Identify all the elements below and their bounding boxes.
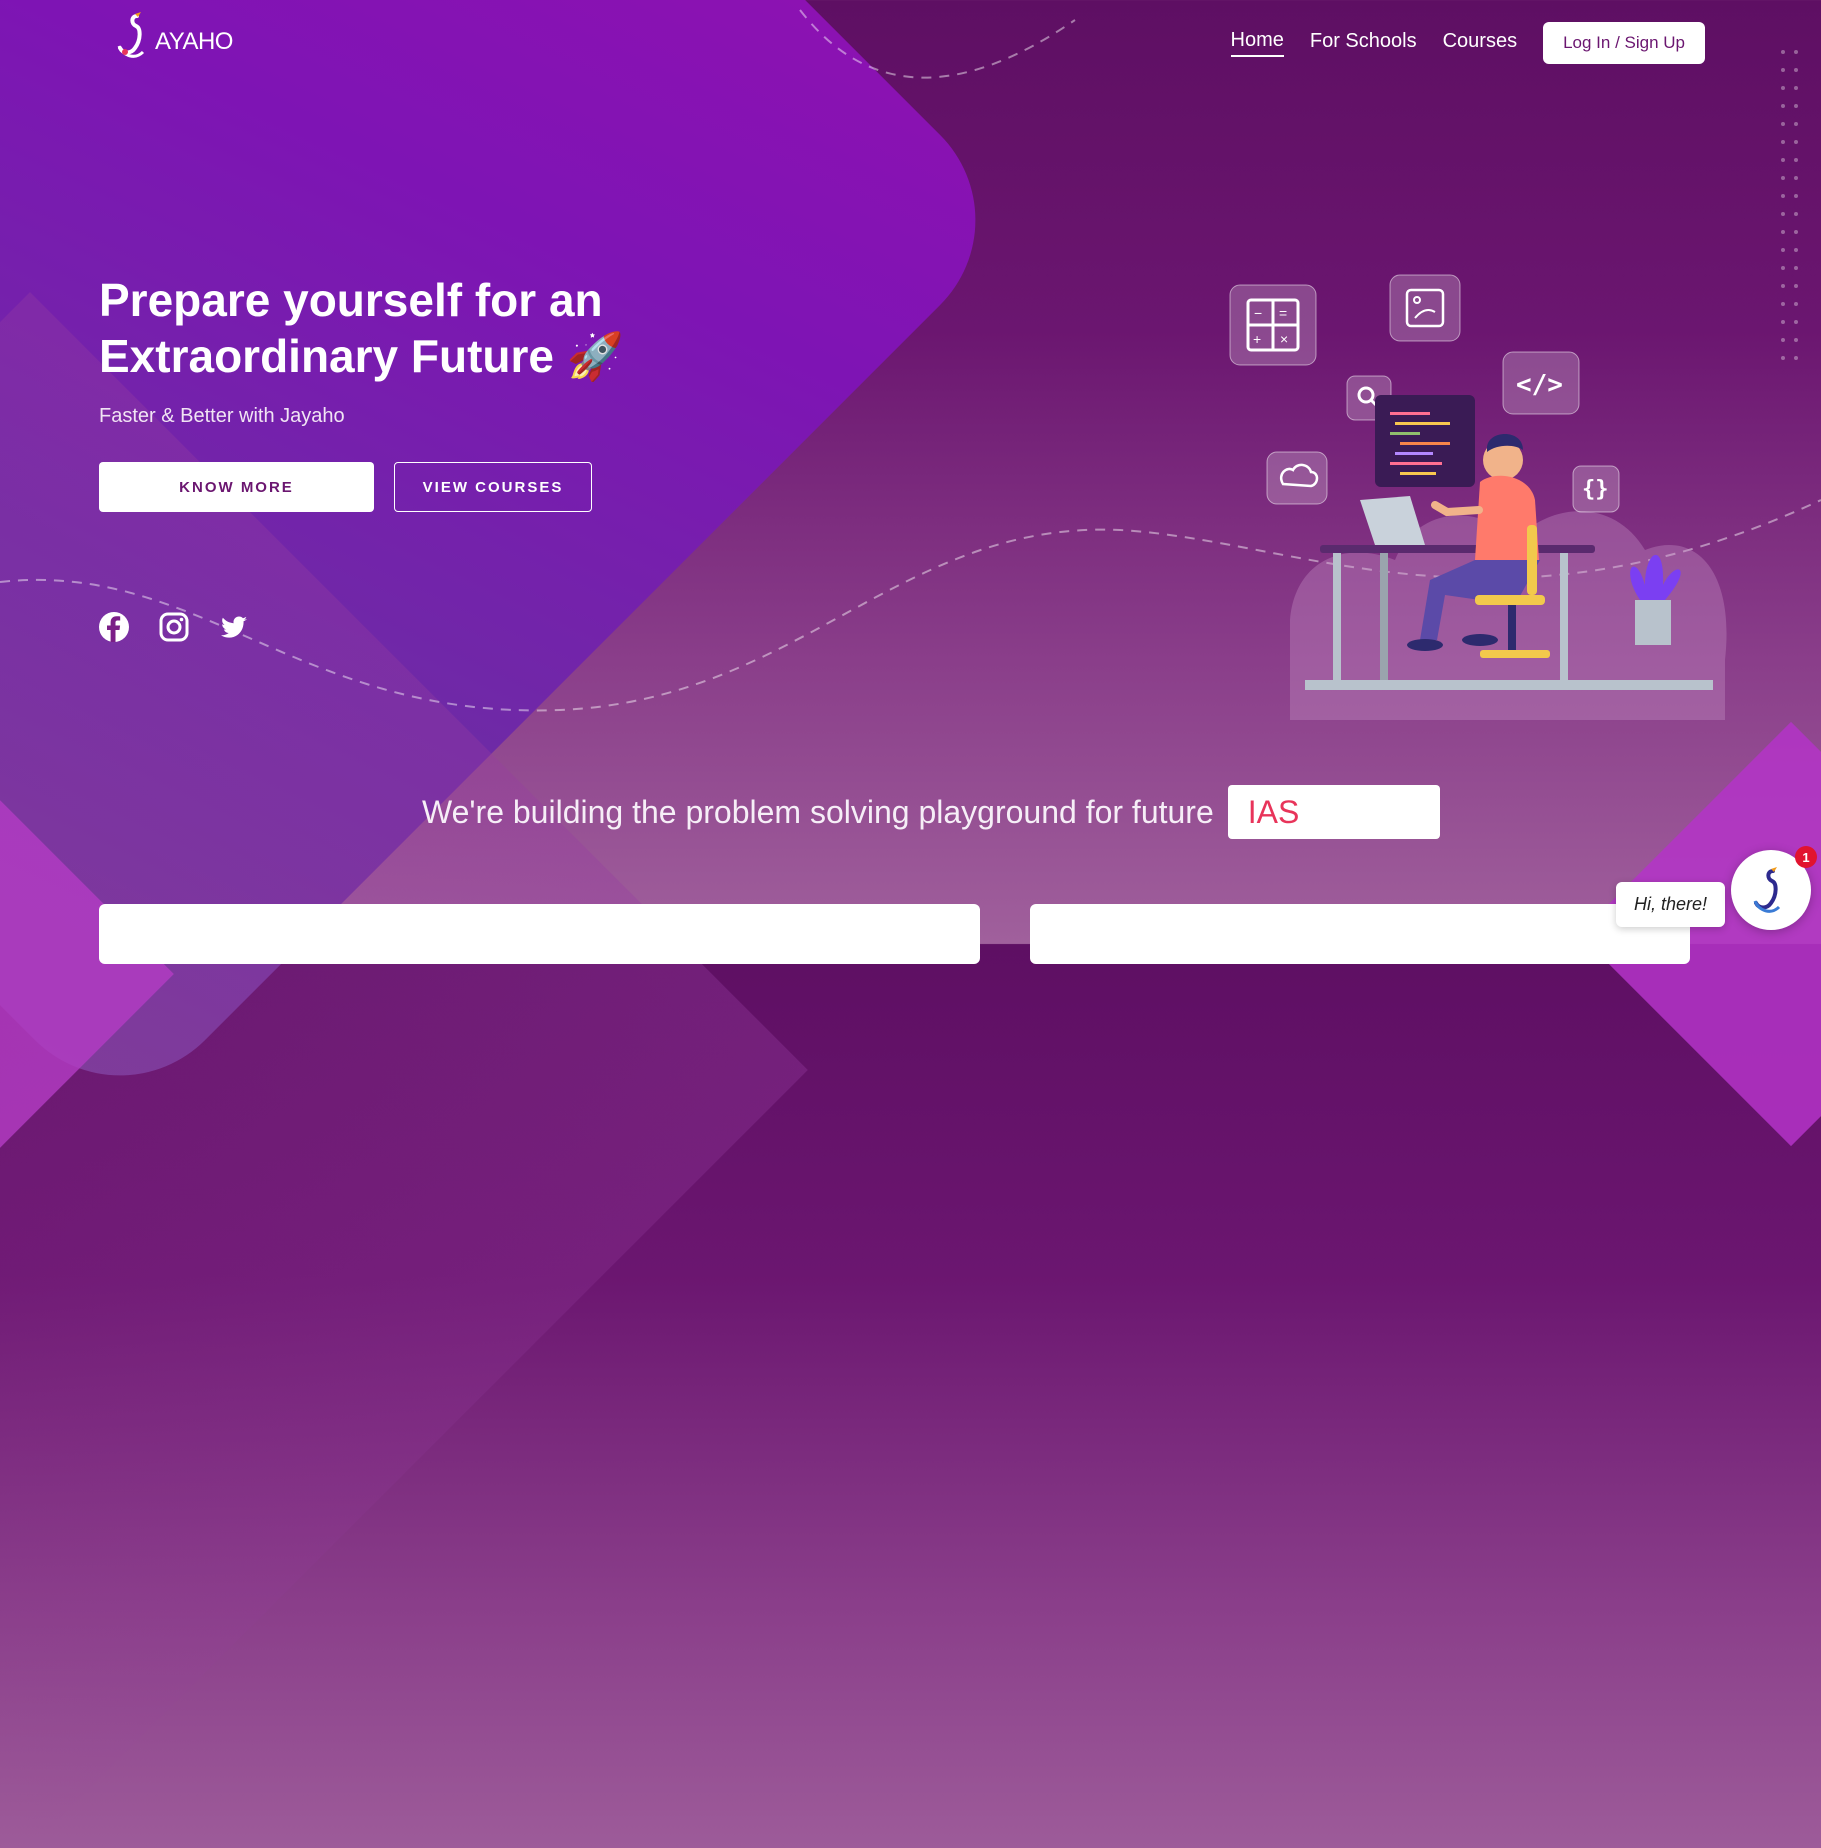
chat-bot-avatar-icon bbox=[1753, 867, 1781, 913]
rotating-exam-word: IAS bbox=[1227, 785, 1440, 839]
svg-text:</>: </> bbox=[1516, 370, 1563, 400]
student-coding-illustration: − = + × </> {} bbox=[1229, 274, 1727, 720]
hero-title-line-2: Extraordinary Future 🚀 bbox=[99, 330, 625, 382]
chat-unread-badge: 1 bbox=[1795, 846, 1817, 868]
svg-text:{}: {} bbox=[1582, 477, 1609, 502]
nav-for-schools[interactable]: For Schools bbox=[1310, 30, 1417, 56]
chat-greeting-bubble[interactable]: Hi, there! bbox=[1616, 882, 1726, 927]
brand-logo[interactable]: AYAHO bbox=[117, 10, 233, 62]
brand-name: AYAHO bbox=[155, 28, 233, 55]
tagline-text: We're building the problem solving playg… bbox=[422, 793, 1214, 830]
hero-title-line-1: Prepare yourself for an bbox=[99, 274, 603, 326]
hero-subtitle: Faster & Better with Jayaho bbox=[99, 405, 345, 427]
braces-tile-icon: {} bbox=[1572, 465, 1620, 513]
top-navigation: Home For Schools Courses Log In / Sign U… bbox=[1230, 22, 1705, 64]
nav-home[interactable]: Home bbox=[1230, 29, 1284, 57]
code-window bbox=[1375, 395, 1475, 487]
nav-courses[interactable]: Courses bbox=[1443, 30, 1517, 56]
know-more-button[interactable]: KNOW MORE bbox=[99, 462, 374, 512]
content-card-right bbox=[1030, 904, 1690, 964]
facebook-icon[interactable] bbox=[99, 612, 129, 642]
svg-text:+: + bbox=[1253, 331, 1261, 347]
code-tag-tile-icon: </> bbox=[1502, 351, 1580, 415]
social-links bbox=[99, 612, 249, 642]
instagram-icon[interactable] bbox=[159, 612, 189, 642]
svg-text:−: − bbox=[1254, 305, 1262, 321]
strategy-tile-icon bbox=[1389, 274, 1461, 342]
view-courses-button[interactable]: VIEW COURSES bbox=[394, 462, 592, 512]
brain-tile-icon bbox=[1266, 451, 1328, 505]
svg-text:×: × bbox=[1280, 331, 1288, 347]
hero-title: Prepare yourself for an Extraordinary Fu… bbox=[99, 272, 739, 384]
swan-logo-icon bbox=[117, 12, 145, 58]
tagline-row: We're building the problem solving playg… bbox=[422, 785, 1440, 839]
calculator-tile-icon: − = + × bbox=[1229, 284, 1317, 366]
twitter-icon[interactable] bbox=[219, 612, 249, 642]
content-card-left bbox=[99, 904, 980, 964]
login-signup-button[interactable]: Log In / Sign Up bbox=[1543, 22, 1705, 64]
svg-text:=: = bbox=[1279, 305, 1287, 321]
